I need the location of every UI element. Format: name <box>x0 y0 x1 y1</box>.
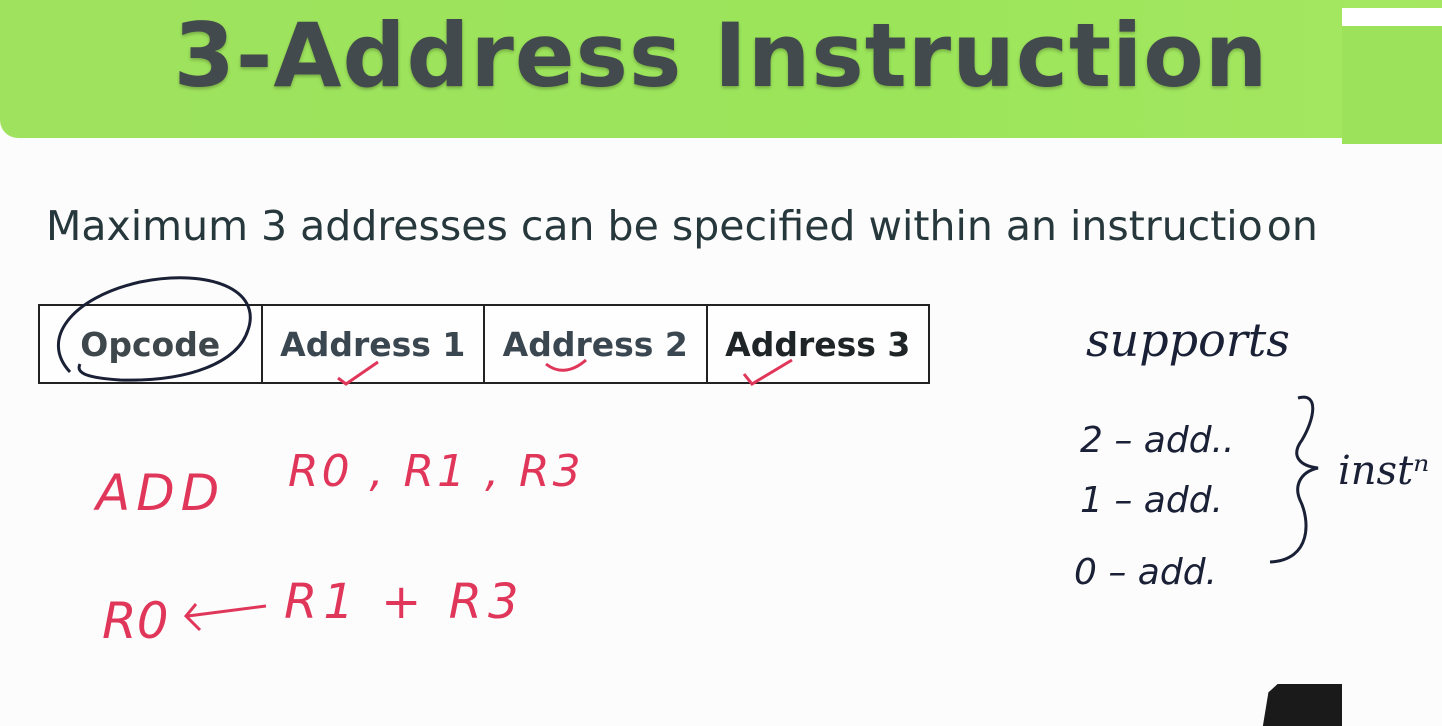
arrow-left <box>183 603 267 632</box>
presenter-silhouette <box>1262 684 1342 726</box>
side-item-1: 1 – add. <box>1080 480 1223 521</box>
side-note-heading: supports <box>1086 313 1290 367</box>
brace <box>1269 395 1319 564</box>
side-item-0: 0 – add. <box>1074 552 1217 593</box>
instruction-format-table: Opcode Address 1 Address 2 Address 3 <box>38 304 930 384</box>
subtitle-main: Maximum 3 addresses can be specified wit… <box>46 202 1263 250</box>
side-group-label: instⁿ <box>1338 448 1429 494</box>
slide-subtitle: Maximum 3 addresses can be specified wit… <box>46 202 1318 250</box>
slide: 3-Address Instruction Maximum 3 addresse… <box>0 0 1442 726</box>
field-address-2: Address 2 <box>485 306 708 382</box>
example-operands: R0 , R1 , R3 <box>288 446 584 497</box>
corner-green-block <box>1342 26 1442 144</box>
title-band: 3-Address Instruction <box>0 0 1442 138</box>
field-address-1: Address 1 <box>263 306 485 382</box>
field-opcode: Opcode <box>40 306 263 382</box>
subtitle-tail: on <box>1266 202 1318 250</box>
example-semantics-rhs: R1 + R3 <box>284 574 525 630</box>
corner-white-strip <box>1342 8 1442 26</box>
side-item-2: 2 – add.. <box>1080 420 1234 461</box>
field-address-3: Address 3 <box>725 324 911 364</box>
slide-title: 3-Address Instruction <box>173 4 1269 107</box>
example-semantics-lhs: R0 <box>102 592 169 650</box>
example-instruction: ADD <box>93 464 225 522</box>
